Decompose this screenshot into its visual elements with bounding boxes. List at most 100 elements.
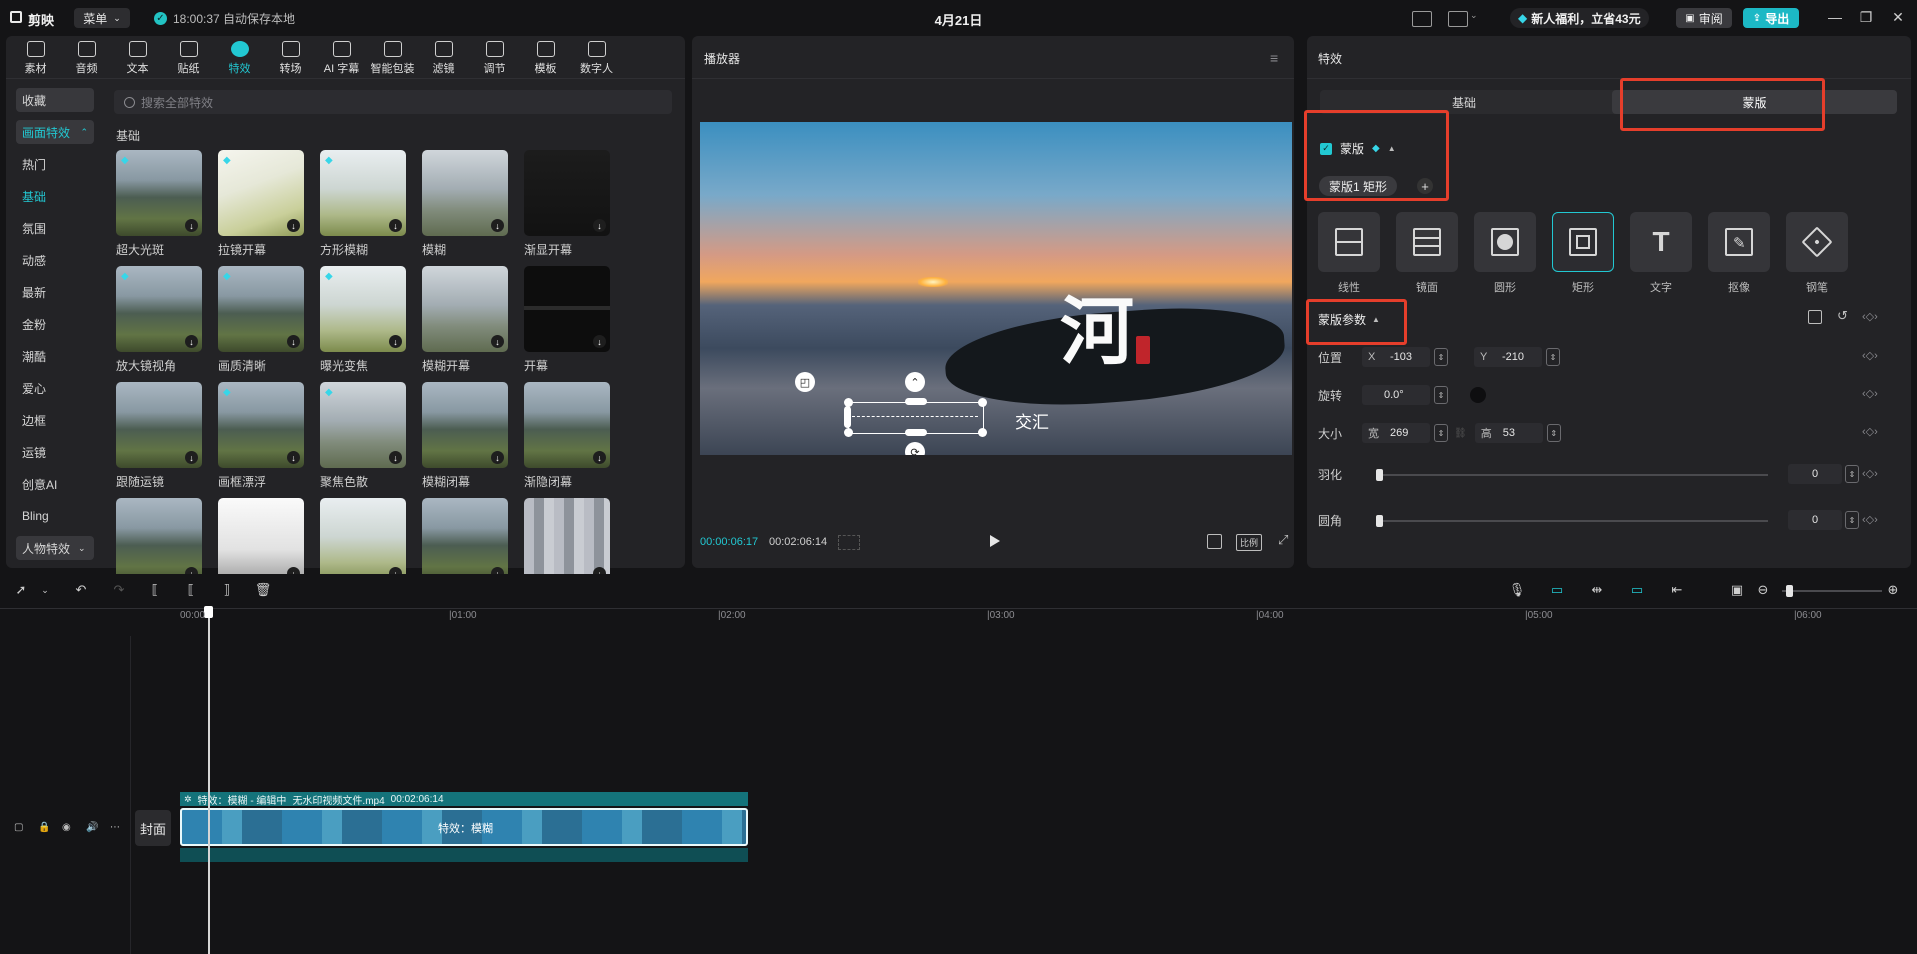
download-icon[interactable]: ↓: [389, 451, 402, 464]
split-icon[interactable]: ⟦: [148, 582, 162, 597]
shortcut-icon[interactable]: [1412, 11, 1432, 27]
linkage-icon[interactable]: ▭: [1630, 582, 1644, 597]
clip-info-bar[interactable]: ✲ 特效：模糊 - 编辑中 无水印视频文件.mp4 00:02:06:14: [180, 792, 748, 807]
keyframe-nav-icon[interactable]: ‹◇›: [1862, 513, 1878, 526]
mask-shape-button[interactable]: T: [1630, 212, 1692, 272]
rotation-dial-icon[interactable]: [1470, 387, 1486, 403]
eye-icon[interactable]: ◉: [62, 822, 71, 833]
height-field[interactable]: 高 53: [1474, 423, 1543, 443]
effect-card[interactable]: ↓ 模糊闭幕: [422, 382, 508, 490]
stepper-icon[interactable]: ⇕: [1434, 348, 1448, 366]
lock-icon[interactable]: 🔒: [38, 822, 50, 833]
main-track-magnet-icon[interactable]: ▭: [1550, 582, 1564, 597]
tab-sticker[interactable]: 贴纸: [163, 40, 214, 76]
screen-capture-icon[interactable]: ▣: [1730, 582, 1744, 597]
tab-transition[interactable]: 转场: [265, 40, 316, 76]
mask-shape-option[interactable]: 矩形: [1552, 212, 1614, 295]
keyframe-nav-icon[interactable]: ‹◇›: [1862, 349, 1878, 362]
effect-category-item[interactable]: 最新: [16, 280, 94, 304]
tab-template[interactable]: 模板: [520, 40, 571, 76]
corner-slider[interactable]: [1376, 520, 1768, 522]
microphone-icon[interactable]: 🎙: [1509, 582, 1526, 597]
download-icon[interactable]: ↓: [593, 451, 606, 464]
tab-text[interactable]: 文本: [112, 40, 163, 76]
tab-media[interactable]: 素材: [10, 40, 61, 76]
effect-card[interactable]: ◆ ↓ 画框漂浮: [218, 382, 304, 490]
keyframe-nav-icon[interactable]: ‹◇›: [1862, 310, 1878, 323]
track-visibility-icon[interactable]: ▢: [14, 822, 23, 833]
effect-card[interactable]: ↓ 模糊: [422, 150, 508, 258]
stepper-icon[interactable]: ⇕: [1546, 424, 1561, 442]
feather-slider[interactable]: [1376, 474, 1768, 476]
effect-category-item[interactable]: 氛围: [16, 216, 94, 240]
corner-value[interactable]: 0: [1788, 510, 1842, 530]
download-icon[interactable]: ↓: [287, 451, 300, 464]
fullscreen-icon[interactable]: ⤢: [1278, 532, 1288, 548]
download-icon[interactable]: ↓: [389, 335, 402, 348]
hamburger-icon[interactable]: ≡: [1270, 50, 1278, 66]
effect-card[interactable]: ◆ ↓ 放大镜视角: [116, 266, 202, 374]
effect-card[interactable]: ↓ 渐显开幕: [524, 150, 610, 258]
stepper-icon[interactable]: ⇕: [1546, 348, 1560, 366]
fit-screen-icon[interactable]: [1207, 534, 1222, 549]
download-icon[interactable]: ↓: [491, 451, 504, 464]
time-ruler[interactable]: [180, 608, 1917, 624]
mask-shape-button[interactable]: [1396, 212, 1458, 272]
position-x-field[interactable]: X -103: [1362, 347, 1430, 367]
download-icon[interactable]: ↓: [491, 219, 504, 232]
keyframe-nav-icon[interactable]: ‹◇›: [1862, 467, 1878, 480]
feather-handle[interactable]: ⌃: [905, 372, 925, 392]
download-icon[interactable]: ↓: [185, 451, 198, 464]
maximize-icon[interactable]: ❐: [1856, 9, 1876, 26]
effect-category-item[interactable]: 动感: [16, 248, 94, 272]
rotate-handle[interactable]: ⟳: [905, 442, 925, 455]
auto-snap-icon[interactable]: ⇹: [1590, 582, 1604, 597]
feather-slider-knob[interactable]: [1376, 469, 1383, 481]
effect-card[interactable]: ↓ 模糊开幕: [422, 266, 508, 374]
effect-category-item[interactable]: 爱心: [16, 376, 94, 400]
effect-category-item[interactable]: 人物特效 ⌄: [16, 536, 94, 560]
effect-card[interactable]: ↓ 开幕: [524, 266, 610, 374]
mask-corner-handle[interactable]: [844, 398, 853, 407]
tab-smart-pack[interactable]: 智能包装: [367, 40, 418, 76]
effect-category-item[interactable]: 收藏: [16, 88, 94, 112]
effect-card[interactable]: ◆ ↓ 曝光变焦: [320, 266, 406, 374]
tab-audio[interactable]: 音频: [61, 40, 112, 76]
select-cursor-icon[interactable]: ➚: [14, 582, 28, 597]
mask-top-handle[interactable]: [905, 398, 927, 405]
trim-right-icon[interactable]: ⟧: [220, 582, 234, 597]
mask-shape-button[interactable]: [1552, 212, 1614, 272]
effect-card[interactable]: ◆ ↓ 拉镜开幕: [218, 150, 304, 258]
effect-card[interactable]: ↓ 渐隐闭幕: [524, 382, 610, 490]
mask-shape-option[interactable]: 镜面: [1396, 212, 1458, 295]
mask-shape-button[interactable]: [1474, 212, 1536, 272]
download-icon[interactable]: ↓: [593, 219, 606, 232]
tab-caption[interactable]: AI 字幕: [316, 40, 367, 76]
tab-adjust[interactable]: 调节: [469, 40, 520, 76]
reset-icon[interactable]: ↺: [1837, 308, 1848, 324]
mask-shape-option[interactable]: 线性: [1318, 212, 1380, 295]
delete-icon[interactable]: 🗑: [255, 582, 272, 597]
playhead-handle[interactable]: [204, 606, 213, 618]
speaker-icon[interactable]: 🔊: [86, 822, 98, 833]
mask-shape-button[interactable]: [1786, 212, 1848, 272]
effect-category-item[interactable]: 基础: [16, 184, 94, 208]
effect-search-input[interactable]: 搜索全部特效: [114, 90, 672, 114]
effect-category-item[interactable]: 创意AI: [16, 472, 94, 496]
effect-category-item[interactable]: 画面特效 ⌃: [16, 120, 94, 144]
position-y-field[interactable]: Y -210: [1474, 347, 1542, 367]
feather-value[interactable]: 0: [1788, 464, 1842, 484]
timeline-grid-icon[interactable]: [838, 535, 860, 550]
rotation-field[interactable]: 0.0°: [1362, 385, 1430, 405]
effect-card[interactable]: ◆ ↓ 超大光斑: [116, 150, 202, 258]
close-icon[interactable]: ✕: [1888, 9, 1908, 26]
mask-shape-option[interactable]: 圆形: [1474, 212, 1536, 295]
mask-shape-button[interactable]: [1318, 212, 1380, 272]
download-icon[interactable]: ↓: [287, 219, 300, 232]
zoom-slider[interactable]: [1782, 590, 1882, 592]
download-icon[interactable]: ↓: [185, 219, 198, 232]
preview-axis-icon[interactable]: ⇤: [1670, 582, 1684, 597]
zoom-out-icon[interactable]: ⊖: [1756, 582, 1770, 597]
download-icon[interactable]: ↓: [287, 335, 300, 348]
effect-card[interactable]: ↓ 跟随运镜: [116, 382, 202, 490]
